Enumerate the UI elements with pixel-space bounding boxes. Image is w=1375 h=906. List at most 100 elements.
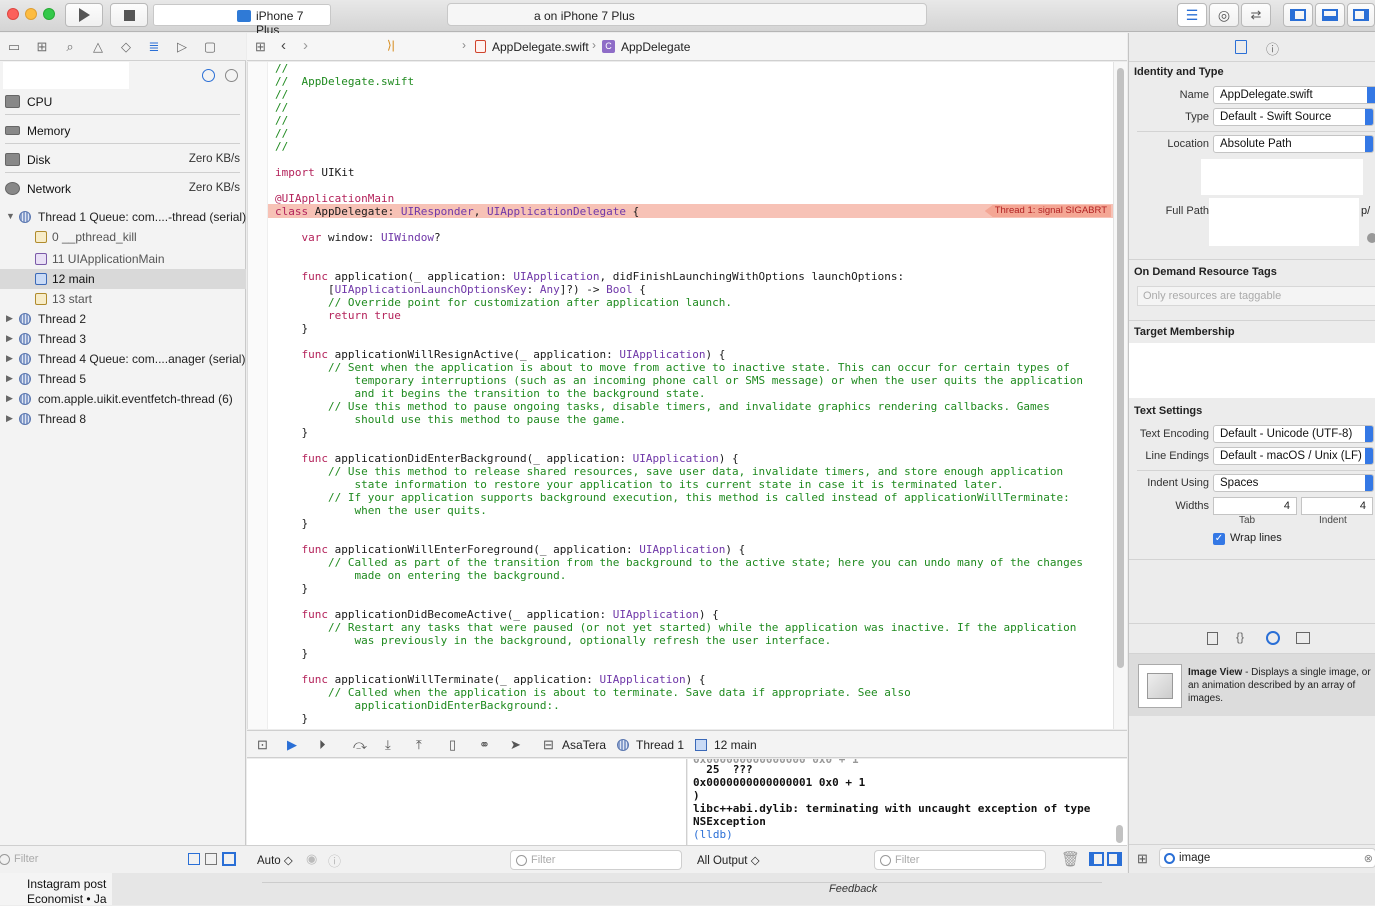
stack-frame-row[interactable]: 13 start: [0, 289, 246, 309]
library-item[interactable]: Image View - Displays a single image, or…: [1129, 654, 1375, 716]
frame-filter-icon[interactable]: [222, 852, 236, 866]
trash-icon[interactable]: 🗑: [1061, 850, 1080, 868]
diamond-icon[interactable]: ◇: [116, 39, 136, 55]
disclosure-closed-icon[interactable]: ▶: [6, 353, 13, 364]
memory-graph-icon[interactable]: ⚭: [479, 737, 490, 753]
stack-frame-row[interactable]: 11 UIApplicationMain: [0, 249, 246, 269]
stack-frame-row-selected[interactable]: 12 main: [0, 269, 246, 289]
console-output[interactable]: 0x000000000000000 0x0 + 1 25 ??? 0x00000…: [688, 759, 1127, 845]
stop-button[interactable]: [110, 3, 148, 27]
thread-style-icon[interactable]: [225, 69, 238, 82]
wrap-lines-checkbox[interactable]: ✓: [1213, 533, 1225, 545]
debug-navigator-icon[interactable]: ≣: [144, 39, 164, 55]
signal-badge[interactable]: Thread 1: signal SIGABRT: [984, 205, 1111, 217]
stack-frame-row[interactable]: 0 __pthread_kill: [0, 227, 246, 247]
debug-app-name[interactable]: AsaTera: [562, 738, 606, 752]
reveal-in-finder-icon[interactable]: [1367, 233, 1375, 243]
back-arrow-icon[interactable]: ‹: [281, 37, 286, 54]
name-field[interactable]: AppDelegate.swift: [1213, 86, 1375, 104]
variables-view[interactable]: [247, 759, 687, 845]
toggle-debug-area-button[interactable]: [1315, 3, 1345, 27]
thread-row[interactable]: ▶ Thread 4 Queue: com....anager (serial): [0, 349, 246, 369]
continue-icon[interactable]: ⏵: [319, 737, 326, 753]
gauge-disk[interactable]: Disk Zero KB/s: [0, 146, 246, 175]
thread-row[interactable]: ▶ Thread 2: [0, 309, 246, 329]
gauge-toggle-icon[interactable]: [202, 69, 215, 82]
thread-row[interactable]: ▶ Thread 5: [0, 369, 246, 389]
gauge-cpu[interactable]: CPU: [0, 88, 246, 117]
filter-option-icon[interactable]: [205, 853, 217, 865]
location-icon[interactable]: ➤: [510, 737, 521, 753]
report-icon[interactable]: ▢: [200, 39, 220, 55]
project-crumb-icon[interactable]: ⟩|: [387, 38, 395, 52]
step-over-icon[interactable]: ⤼: [353, 737, 367, 753]
version-editor-button[interactable]: ⇄: [1241, 3, 1271, 27]
media-library-icon[interactable]: [1296, 632, 1310, 644]
disclosure-open-icon[interactable]: ▼: [6, 211, 15, 221]
gauge-network[interactable]: Network Zero KB/s: [0, 175, 246, 204]
thread-row[interactable]: ▶ com.apple.uikit.eventfetch-thread (6): [0, 389, 246, 409]
line-gutter[interactable]: [248, 62, 268, 729]
navigator-filter[interactable]: Filter: [0, 850, 180, 870]
forward-arrow-icon[interactable]: ›: [303, 37, 308, 54]
warning-icon[interactable]: △: [88, 39, 108, 55]
variables-filter[interactable]: Filter: [510, 850, 682, 870]
minimize-window-button[interactable]: [25, 8, 37, 20]
grid-view-icon[interactable]: ⊞: [1137, 851, 1148, 867]
folder-icon[interactable]: ▭: [4, 39, 24, 55]
disclosure-closed-icon[interactable]: ▶: [6, 373, 13, 384]
hierarchy-icon[interactable]: ⊞: [32, 39, 52, 55]
toggle-utilities-button[interactable]: [1347, 3, 1375, 27]
indent-width-field[interactable]: 4: [1301, 497, 1373, 515]
view-hierarchy-icon[interactable]: ▯: [449, 737, 456, 753]
debug-frame-name[interactable]: 12 main: [714, 738, 757, 752]
source-editor[interactable]: Thread 1: signal SIGABRT // // AppDelega…: [247, 62, 1113, 729]
disclosure-closed-icon[interactable]: ▶: [6, 333, 13, 344]
thread-row[interactable]: ▼ Thread 1 Queue: com....-thread (serial): [0, 207, 246, 227]
file-template-icon[interactable]: [1207, 632, 1218, 645]
breadcrumb-symbol[interactable]: AppDelegate: [621, 40, 690, 54]
breadcrumb-file[interactable]: AppDelegate.swift: [492, 40, 589, 54]
encoding-select[interactable]: Default - Unicode (UTF-8): [1213, 425, 1374, 443]
help-icon[interactable]: ⓘ: [1266, 39, 1279, 58]
related-items-icon[interactable]: ⊞: [255, 39, 266, 55]
tab-width-field[interactable]: 4: [1213, 497, 1297, 515]
close-window-button[interactable]: [7, 8, 19, 20]
indent-using-select[interactable]: Spaces: [1213, 474, 1374, 492]
clear-search-icon[interactable]: ⊗: [1364, 852, 1373, 865]
line-endings-select[interactable]: Default - macOS / Unix (LF): [1213, 447, 1374, 465]
feedback-link[interactable]: Feedback: [829, 883, 877, 895]
info-icon[interactable]: ⓘ: [328, 851, 341, 870]
variables-scope-select[interactable]: Auto ◇: [257, 853, 293, 867]
thread-row[interactable]: ▶ Thread 3: [0, 329, 246, 349]
scheme-selector[interactable]: iPhone 7 Plus: [153, 4, 331, 37]
disclosure-closed-icon[interactable]: ▶: [6, 313, 13, 324]
code-snippet-icon[interactable]: {}: [1236, 630, 1244, 644]
object-library-icon[interactable]: [1266, 631, 1280, 645]
editor-scrollbar[interactable]: [1113, 62, 1127, 729]
type-select[interactable]: Default - Swift Source: [1213, 108, 1374, 126]
run-button[interactable]: [65, 3, 103, 27]
console-filter[interactable]: Filter: [874, 850, 1046, 870]
assistant-editor-button[interactable]: ◎: [1209, 3, 1239, 27]
breakpoint-icon[interactable]: ▷: [172, 39, 192, 55]
step-out-icon[interactable]: ⤒: [416, 737, 422, 753]
file-inspector-icon[interactable]: [1235, 40, 1247, 54]
step-into-icon[interactable]: ⤓: [385, 737, 391, 753]
hide-debug-area-icon[interactable]: ⊡: [257, 737, 268, 753]
toggle-navigator-button[interactable]: [1283, 3, 1313, 27]
location-select[interactable]: Absolute Path: [1213, 135, 1374, 153]
breakpoints-toggle-icon[interactable]: ▶: [287, 737, 297, 753]
target-membership-list[interactable]: [1129, 343, 1375, 398]
debug-thread-name[interactable]: Thread 1: [636, 738, 684, 752]
zoom-window-button[interactable]: [43, 8, 55, 20]
eye-icon[interactable]: ◉: [306, 851, 317, 867]
crashed-only-icon[interactable]: [188, 853, 200, 865]
disclosure-closed-icon[interactable]: ▶: [6, 393, 13, 404]
thread-row[interactable]: ▶ Thread 8: [0, 409, 246, 429]
console-output-select[interactable]: All Output ◇: [697, 853, 760, 867]
standard-editor-button[interactable]: ☰: [1177, 3, 1207, 27]
show-variables-icon[interactable]: [1089, 852, 1104, 866]
scrollbar-thumb[interactable]: [1117, 68, 1124, 668]
search-icon[interactable]: ⌕: [60, 39, 80, 55]
